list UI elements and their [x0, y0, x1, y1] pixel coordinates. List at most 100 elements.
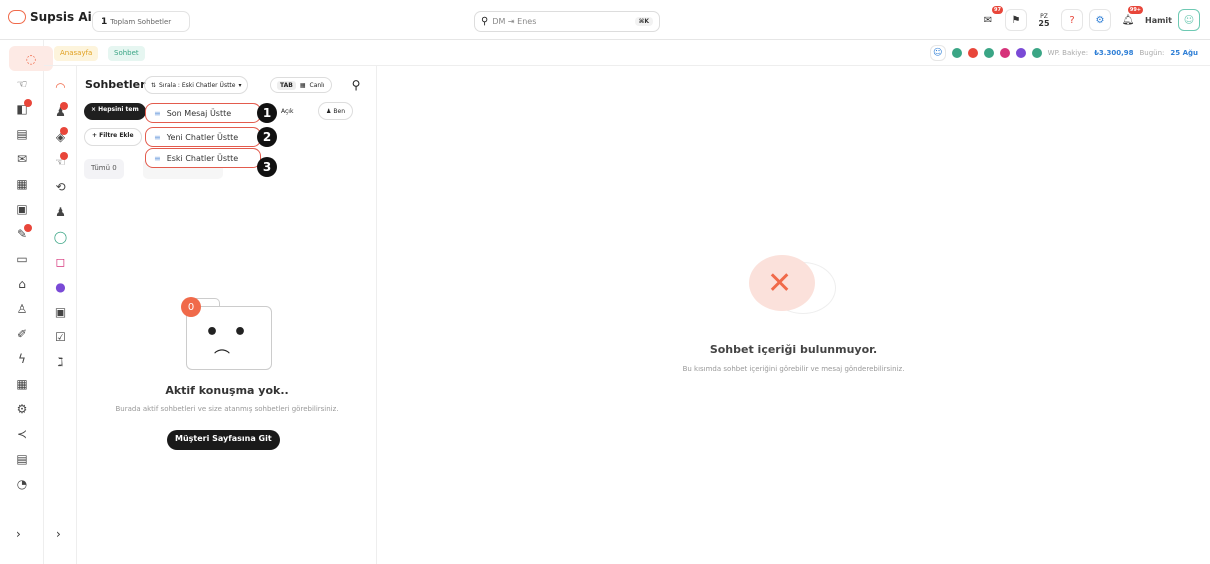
search-icon: ⚲ — [481, 16, 489, 27]
step-marker-2: 2 — [257, 127, 277, 147]
nav-edit-icon[interactable]: ✎ — [0, 221, 44, 246]
sort-select[interactable]: ⇅ Sırala : Eski Chatler Üstte ▾ — [144, 76, 249, 94]
history-icon[interactable]: ⟲ — [44, 174, 77, 199]
whatsapp-icon — [983, 48, 994, 58]
total-chats-chip[interactable]: 1 Toplam Sohbetler — [92, 11, 190, 32]
nav-grid-icon[interactable]: ▦ — [0, 371, 44, 396]
global-search[interactable]: ⚲ DM ⇥ Enes ⌘K — [474, 11, 660, 32]
live-label: Canlı — [309, 81, 325, 89]
logo-text: Supsis Ai — [30, 10, 92, 24]
nav-share-icon[interactable]: ≺ — [0, 421, 44, 446]
me-filter[interactable]: ♟ Ben — [318, 102, 354, 120]
sort-icon: ⇅ — [151, 81, 157, 89]
nav-mail-icon[interactable]: ✉ — [0, 146, 44, 171]
flag-icon[interactable]: ⚑ — [1005, 9, 1027, 31]
expand-channel-rail-icon[interactable]: › — [56, 527, 61, 541]
nav-badge-dot — [24, 99, 32, 107]
rss-icon[interactable]: ℷ — [44, 349, 77, 374]
sort-option-newest-message[interactable]: ≡ Son Mesaj Üstte — [145, 103, 261, 123]
tab-key: TAB — [277, 80, 296, 90]
bell-badge: 99+ — [1127, 6, 1143, 14]
tab-all-count: 0 — [112, 164, 117, 172]
breadcrumb: Anasayfa Sohbet ☺ WP. Bakiye: ₺3.300,98 … — [44, 40, 1210, 66]
top-actions: ✉ 97 ⚑ PZ 25 ? ⚙ 🔔︎ 99+ Hamit ☺ — [977, 6, 1200, 31]
sort-option-old-chats[interactable]: ≡ Eski Chatler Üstte — [145, 148, 261, 168]
me-filter-label: Ben — [333, 107, 346, 115]
breadcrumb-chat[interactable]: Sohbet — [108, 46, 145, 61]
nav-bag-icon[interactable]: ⌂ — [0, 271, 44, 296]
calendar-icon[interactable]: ▣ — [44, 299, 77, 324]
expand-rail-icon[interactable]: › — [16, 527, 21, 541]
panel-search-icon[interactable]: ⚲ — [345, 74, 367, 96]
no-chat-title: Sohbet içeriği bulunmuyor. — [709, 343, 878, 356]
whatsapp-icon[interactable]: ◯ — [44, 224, 77, 249]
panel-title: Sohbetler — [85, 78, 146, 91]
chevron-down-icon: ▾ — [238, 81, 242, 89]
supsis-icon — [1031, 48, 1042, 58]
empty-count-badge: 0 — [181, 297, 201, 317]
add-filter-button[interactable]: + Filtre Ekle — [84, 128, 142, 146]
logo-icon — [8, 10, 26, 24]
help-icon[interactable]: ? — [1061, 9, 1083, 31]
search-input[interactable]: DM ⇥ Enes — [492, 17, 536, 26]
nav-pen-icon[interactable]: ✐ — [0, 321, 44, 346]
go-to-customer-button[interactable]: Müşteri Sayfasına Git — [167, 430, 280, 450]
wifi-icon — [951, 48, 962, 58]
sort-option-new-chats[interactable]: ≡ Yeni Chatler Üstte — [145, 127, 261, 147]
no-chat-description: Bu kısımda sohbet içeriğini görebilir ve… — [682, 365, 905, 373]
clear-filters-label: Hepsini tem — [98, 106, 139, 113]
avatar[interactable]: ☺ — [1178, 9, 1200, 31]
wp-balance-label: WP. Bakiye: — [1047, 49, 1089, 57]
gear-icon[interactable]: ⚙ — [1089, 9, 1111, 31]
bot-icon[interactable]: ☺ — [929, 45, 946, 61]
main-nav-rail: ◌ ☜ ◧ ▤ ✉ ▦ ▣ ✎ ▭ ⌂ ♙ ✐ ϟ ▦ ⚙ ≺ ▤ ◔ › — [0, 40, 53, 564]
task-icon[interactable]: ☑ — [44, 324, 77, 349]
tab-all[interactable]: Tümü 0 — [84, 159, 124, 179]
assign-icon[interactable]: ♟ — [44, 199, 77, 224]
today-label: Bugün: — [1139, 49, 1165, 57]
mail-icon[interactable]: ✉ 97 — [977, 6, 1003, 31]
nav-ticket-icon[interactable]: ▭ — [0, 246, 44, 271]
wp-balance-value: ₺3.300,98 — [1094, 49, 1134, 57]
breadcrumb-home[interactable]: Anasayfa — [54, 46, 99, 61]
calendar-day-icon[interactable]: PZ 25 — [1033, 9, 1055, 31]
close-icon: ✕ — [767, 266, 793, 301]
agents-icon[interactable]: ♟ — [44, 99, 77, 124]
total-chats-count: 1 — [101, 16, 108, 27]
nav-bolt-icon[interactable]: ϟ — [0, 346, 44, 371]
total-chats-label: Toplam Sohbetler — [110, 17, 172, 26]
nav-id-card-icon[interactable]: ▤ — [0, 121, 44, 146]
messenger-icon[interactable]: ● — [44, 274, 77, 299]
add-filter-label: Filtre Ekle — [99, 132, 134, 139]
nav-calendar-icon[interactable]: ▦ — [0, 171, 44, 196]
messenger-icon — [1015, 48, 1026, 58]
instagram-icon — [999, 48, 1010, 58]
live-toggle[interactable]: TAB ▦ Canlı — [270, 77, 332, 93]
app-logo[interactable]: Supsis Ai — [8, 10, 92, 24]
top-bar: Supsis Ai 1 Toplam Sohbetler ⚲ DM ⇥ Enes… — [0, 0, 1210, 40]
grid-icon: ▦ — [299, 81, 306, 89]
tag-icon[interactable]: ◈ — [44, 124, 77, 149]
instagram-icon[interactable]: ◻ — [44, 249, 77, 274]
nav-users-icon[interactable]: ♙ — [0, 296, 44, 321]
mail-badge: 97 — [992, 6, 1003, 14]
chat-bubble-icon[interactable]: ◠ — [44, 74, 77, 99]
nav-campaign-icon[interactable]: ◧ — [0, 96, 44, 121]
badge-dot — [60, 127, 68, 135]
empty-description: Burada aktif sohbetleri ve size atanmış … — [115, 405, 339, 413]
nav-document-icon[interactable]: ▣ — [0, 196, 44, 221]
nav-hand-icon[interactable]: ☜ — [0, 71, 44, 96]
user-name[interactable]: Hamit — [1145, 16, 1172, 25]
hand-icon[interactable]: ☜ — [44, 149, 77, 174]
nav-settings-icon[interactable]: ⚙ — [0, 396, 44, 421]
open-filter-label: Açık — [281, 108, 294, 115]
open-filter[interactable]: Açık — [281, 103, 293, 120]
channel-status-bar: ☺ WP. Bakiye: ₺3.300,98 Bugün: 25 Ağu — [929, 45, 1198, 61]
clear-filters-chip[interactable]: × Hepsini tem — [84, 103, 146, 120]
nav-browser-icon[interactable]: ▤ — [0, 446, 44, 471]
today-value: 25 Ağu — [1170, 49, 1198, 57]
sort-option-label: Son Mesaj Üstte — [166, 108, 232, 118]
tab-all-label: Tümü — [91, 164, 111, 172]
nav-chart-icon[interactable]: ◔ — [0, 471, 44, 496]
bell-icon[interactable]: 🔔︎ 99+ — [1117, 6, 1143, 31]
